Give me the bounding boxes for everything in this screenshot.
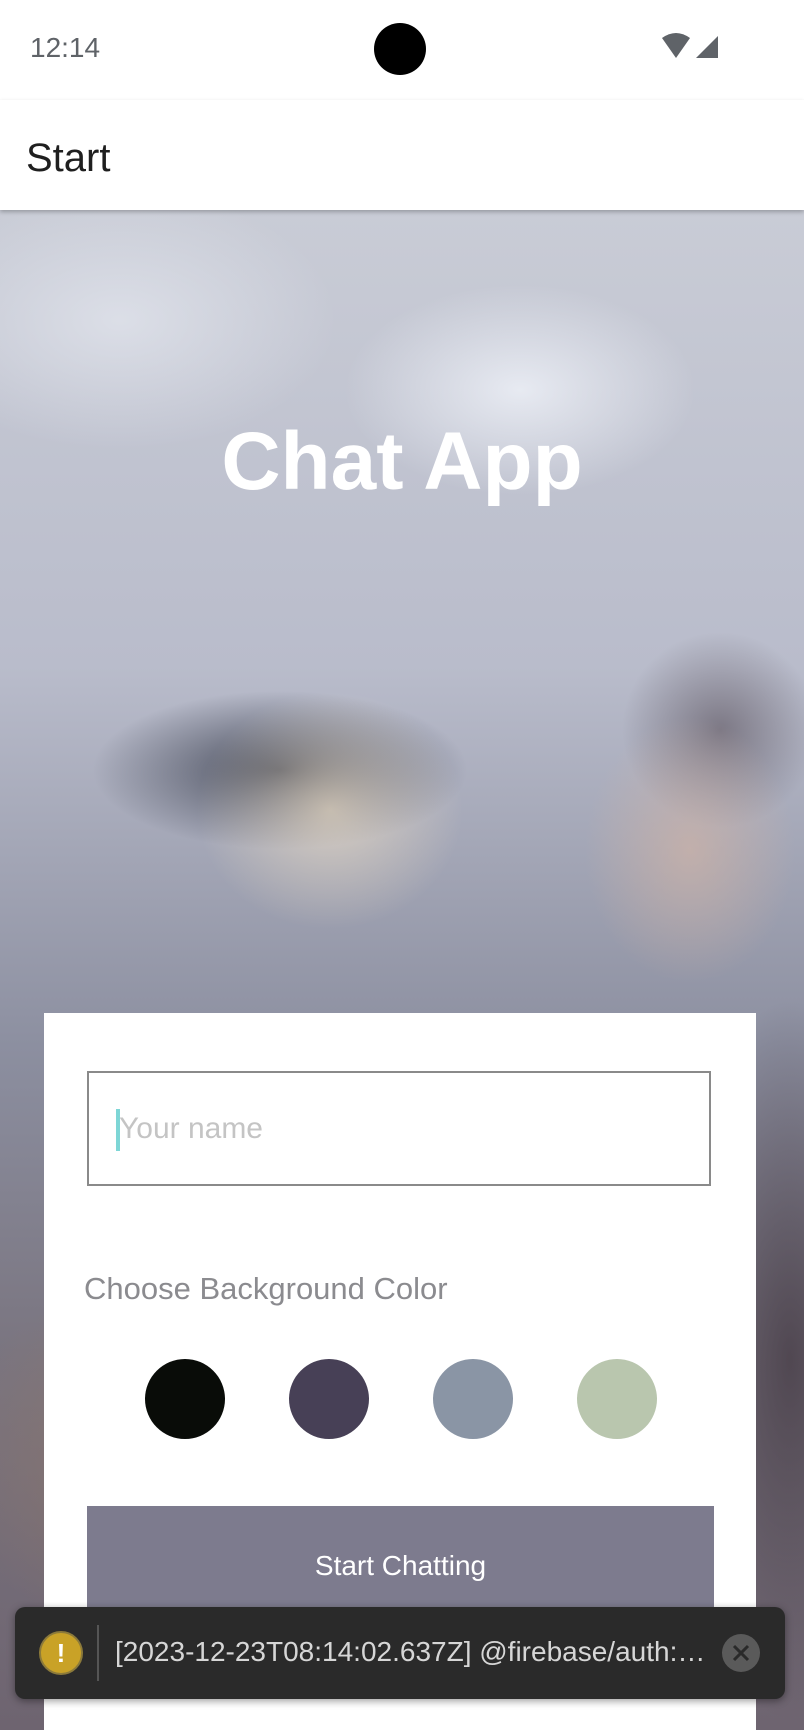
name-input-box[interactable] bbox=[87, 1071, 711, 1186]
color-swatch-purple[interactable] bbox=[289, 1359, 369, 1439]
warning-icon: ! bbox=[39, 1631, 83, 1675]
color-swatch-black[interactable] bbox=[145, 1359, 225, 1439]
start-chatting-label: Start Chatting bbox=[314, 1550, 487, 1581]
camera-cutout bbox=[374, 23, 426, 75]
log-toast[interactable]: ! [2023-12-23T08:14:02.637Z] @firebase/a… bbox=[15, 1607, 785, 1699]
wifi-icon bbox=[662, 33, 690, 58]
status-time: 12:14 bbox=[30, 32, 101, 63]
color-choice-label: Choose Background Color bbox=[84, 1271, 448, 1306]
app-bar-title: Start bbox=[26, 136, 111, 180]
signal-icon bbox=[696, 36, 718, 58]
name-input[interactable] bbox=[119, 1095, 689, 1163]
toast-divider bbox=[97, 1625, 99, 1681]
app-bar: Start bbox=[0, 100, 804, 210]
color-swatch-green[interactable] bbox=[577, 1359, 657, 1439]
close-icon[interactable] bbox=[722, 1634, 760, 1672]
status-icons bbox=[660, 30, 726, 66]
app-title: Chat App bbox=[221, 416, 583, 507]
color-swatch-blue-gray[interactable] bbox=[433, 1359, 513, 1439]
toast-message: [2023-12-23T08:14:02.637Z] @firebase/aut… bbox=[115, 1636, 710, 1667]
status-bar: 12:14 bbox=[0, 0, 804, 100]
